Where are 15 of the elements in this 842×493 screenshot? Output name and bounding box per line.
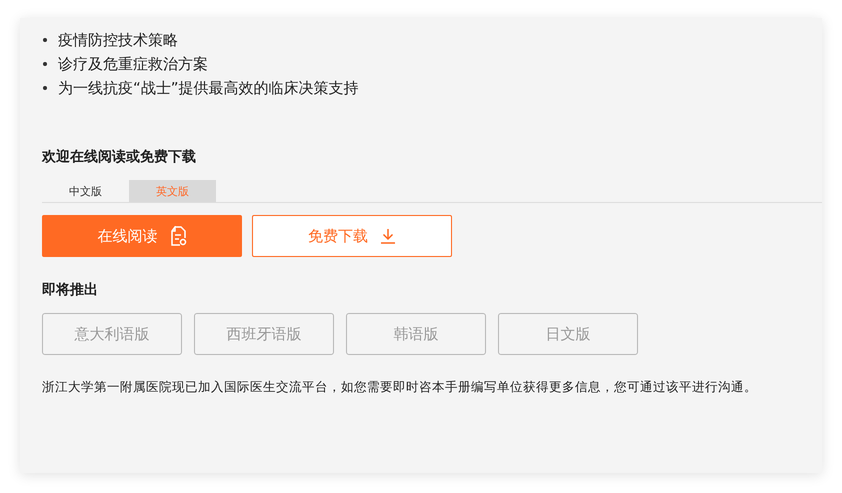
bullet-icon bbox=[43, 62, 47, 66]
list-item: 诊疗及危重症救治方案 bbox=[58, 54, 208, 74]
list-item: 疫情防控技术策略 bbox=[58, 30, 178, 50]
list-item: 为一线抗疫“战士”提供最高效的临床决策支持 bbox=[58, 78, 359, 98]
document-gear-icon bbox=[170, 226, 186, 246]
bullet-icon bbox=[43, 38, 47, 42]
download-button[interactable]: 免费下载 bbox=[252, 215, 452, 257]
language-tab[interactable]: 英文版 bbox=[129, 180, 216, 202]
read-online-button[interactable]: 在线阅读 bbox=[42, 215, 242, 257]
language-tab[interactable]: 中文版 bbox=[42, 180, 129, 202]
footer-note: 浙江大学第一附属医院现已加入国际医生交流平台，如您需要即时咨本手册编写单位获得更多信息，您可通过该平进行沟通。 bbox=[42, 379, 758, 396]
bullet-icon bbox=[43, 86, 47, 90]
section-heading: 欢迎在线阅读或免费下载 bbox=[42, 148, 197, 166]
section-heading: 即将推出 bbox=[42, 281, 99, 299]
download-icon bbox=[380, 228, 396, 244]
